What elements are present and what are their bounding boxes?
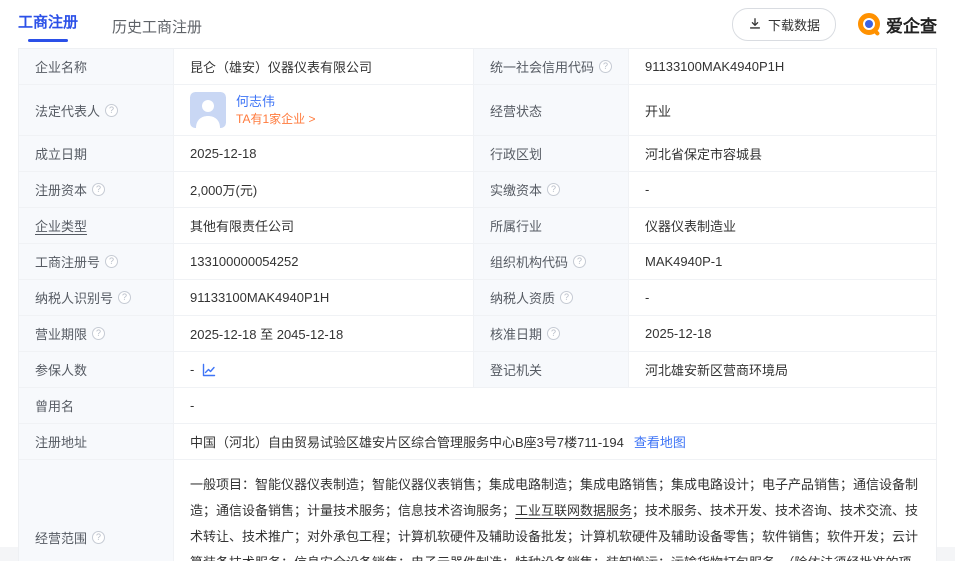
table-row: 营业期限 ? 2025-12-18 至 2045-12-18 核准日期 ? 20… (19, 316, 936, 352)
taxpayer-id-value: 91133100MAK4940P1H (174, 280, 474, 315)
credit-code-label: 统一社会信用代码 ? (474, 49, 629, 84)
table-row: 企业类型 其他有限责任公司 所属行业 仪器仪表制造业 (19, 208, 936, 244)
help-icon[interactable]: ? (573, 255, 586, 268)
industry-label: 所属行业 (474, 208, 629, 243)
table-row: 注册资本 ? 2,000万(元) 实缴资本 ? - (19, 172, 936, 208)
paid-capital-value: - (629, 172, 936, 207)
help-icon[interactable]: ? (105, 255, 118, 268)
legal-rep-name-link[interactable]: 何志伟 (236, 94, 315, 110)
table-row: 注册地址 中国（河北）自由贸易试验区雄安片区综合管理服务中心B座3号7楼711-… (19, 424, 936, 460)
scope-underlined-term[interactable]: 工业互联网数据服务 (515, 503, 632, 518)
insured-trend-chart-icon[interactable] (202, 363, 216, 377)
brand-name: 爱企查 (886, 12, 937, 37)
help-icon[interactable]: ? (547, 327, 560, 340)
help-icon[interactable]: ? (118, 291, 131, 304)
table-row: 法定代表人 ? 何志伟 TA有1家企业 > 经营状态 (19, 85, 936, 136)
legal-rep-companies-link[interactable]: TA有1家企业 > (236, 112, 315, 126)
insured-count-label: 参保人数 (19, 352, 174, 387)
help-icon[interactable]: ? (560, 291, 573, 304)
reg-capital-label: 注册资本 ? (19, 172, 174, 207)
table-row: 成立日期 2025-12-18 行政区划 河北省保定市容城县 (19, 136, 936, 172)
business-scope-label: 经营范围 ? (19, 460, 174, 561)
table-row: 参保人数 - 登记机关 河北雄安新区营商环境局 (19, 352, 936, 388)
help-icon[interactable]: ? (92, 183, 105, 196)
help-icon[interactable]: ? (92, 531, 105, 544)
reg-address-value: 中国（河北）自由贸易试验区雄安片区综合管理服务中心B座3号7楼711-194 查… (174, 424, 936, 459)
legal-rep-avatar[interactable] (190, 92, 226, 128)
company-name-value: 昆仑（雄安）仪器仪表有限公司 (174, 49, 474, 84)
admin-division-label: 行政区划 (474, 136, 629, 171)
business-scope-value: 一般项目：智能仪器仪表制造；智能仪器仪表销售；集成电路制造；集成电路销售；集成电… (174, 460, 936, 561)
reg-address-label: 注册地址 (19, 424, 174, 459)
biz-status-value: 开业 (629, 85, 936, 135)
registration-info-table: 企业名称 昆仑（雄安）仪器仪表有限公司 统一社会信用代码 ? 91133100M… (18, 48, 937, 561)
company-name-label: 企业名称 (19, 49, 174, 84)
table-row: 经营范围 ? 一般项目：智能仪器仪表制造；智能仪器仪表销售；集成电路制造；集成电… (19, 460, 936, 561)
tab-label: 工商注册 (18, 14, 78, 31)
biz-status-label: 经营状态 (474, 85, 629, 135)
org-code-label: 组织机构代码 ? (474, 244, 629, 279)
approval-date-label: 核准日期 ? (474, 316, 629, 351)
approval-date-value: 2025-12-18 (629, 316, 936, 351)
company-type-value: 其他有限责任公司 (174, 208, 474, 243)
business-term-value: 2025-12-18 至 2045-12-18 (174, 316, 474, 351)
business-term-label: 营业期限 ? (19, 316, 174, 351)
taxpayer-id-label: 纳税人识别号 ? (19, 280, 174, 315)
credit-code-value: 91133100MAK4940P1H (629, 49, 936, 84)
company-type-term[interactable]: 企业类型 (35, 216, 87, 235)
download-label: 下载数据 (768, 15, 820, 34)
tab-history-registration[interactable]: 历史工商注册 (112, 12, 202, 37)
legal-rep-value: 何志伟 TA有1家企业 > (174, 85, 474, 135)
reg-capital-value: 2,000万(元) (174, 172, 474, 207)
table-row: 曾用名 - (19, 388, 936, 424)
org-code-value: MAK4940P-1 (629, 244, 936, 279)
insured-count-value: - (174, 352, 474, 387)
download-icon (748, 17, 762, 31)
panel-header: 工商注册 历史工商注册 下载数据 爱企查 (0, 0, 955, 48)
table-row: 工商注册号 ? 133100000054252 组织机构代码 ? MAK4940… (19, 244, 936, 280)
help-icon[interactable]: ? (547, 183, 560, 196)
former-name-value: - (174, 388, 936, 423)
download-data-button[interactable]: 下载数据 (732, 8, 836, 41)
active-tab-underline (28, 39, 68, 42)
legal-rep-label: 法定代表人 ? (19, 85, 174, 135)
paid-capital-label: 实缴资本 ? (474, 172, 629, 207)
establish-date-value: 2025-12-18 (174, 136, 474, 171)
tab-business-registration[interactable]: 工商注册 (18, 7, 78, 42)
header-actions: 下载数据 爱企查 (732, 8, 937, 41)
help-icon[interactable]: ? (599, 60, 612, 73)
tab-label: 历史工商注册 (112, 19, 202, 36)
industry-value: 仪器仪表制造业 (629, 208, 936, 243)
table-row: 企业名称 昆仑（雄安）仪器仪表有限公司 统一社会信用代码 ? 91133100M… (19, 49, 936, 85)
tab-bar: 工商注册 历史工商注册 (18, 7, 202, 42)
view-map-link[interactable]: 查看地图 (634, 432, 686, 451)
taxpayer-quality-label: 纳税人资质 ? (474, 280, 629, 315)
admin-division-value: 河北省保定市容城县 (629, 136, 936, 171)
brand-logo[interactable]: 爱企查 (858, 12, 937, 37)
reg-number-label: 工商注册号 ? (19, 244, 174, 279)
establish-date-label: 成立日期 (19, 136, 174, 171)
registry-authority-value: 河北雄安新区营商环境局 (629, 352, 936, 387)
registry-authority-label: 登记机关 (474, 352, 629, 387)
company-type-label: 企业类型 (19, 208, 174, 243)
aiqicha-logo-icon (858, 13, 880, 35)
registration-panel: 工商注册 历史工商注册 下载数据 爱企查 (0, 0, 955, 547)
table-row: 纳税人识别号 ? 91133100MAK4940P1H 纳税人资质 ? - (19, 280, 936, 316)
reg-number-value: 133100000054252 (174, 244, 474, 279)
taxpayer-quality-value: - (629, 280, 936, 315)
help-icon[interactable]: ? (92, 327, 105, 340)
help-icon[interactable]: ? (105, 104, 118, 117)
former-name-label: 曾用名 (19, 388, 174, 423)
